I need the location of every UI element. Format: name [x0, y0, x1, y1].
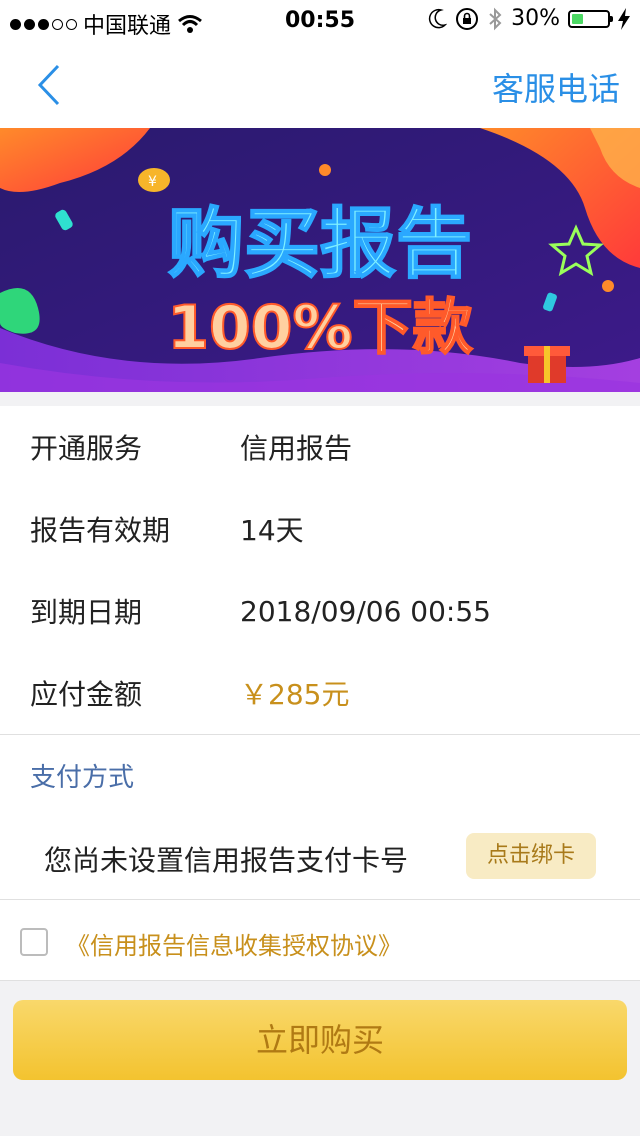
banner-graphic: ¥ 购买报告 100%下款	[0, 128, 640, 392]
agreement-checkbox[interactable]	[20, 928, 48, 956]
info-label: 报告有效期	[30, 514, 171, 547]
info-row-amount: 应付金额 ￥285元	[0, 652, 640, 734]
svg-text:¥: ¥	[148, 174, 157, 190]
customer-service-phone-link[interactable]: 客服电话	[492, 64, 620, 110]
authorization-agreement-link[interactable]: 《信用报告信息收集授权协议》	[66, 926, 402, 961]
payment-card-message: 您尚未设置信用报告支付卡号	[44, 844, 409, 877]
back-button[interactable]	[28, 60, 78, 110]
amount-due-value: ￥285元	[240, 678, 350, 711]
payment-method-title: 支付方式	[30, 763, 135, 793]
info-value: 2018/09/06 00:55	[240, 594, 491, 628]
promo-banner: ¥ 购买报告 100%下款	[0, 128, 640, 392]
battery-fill	[572, 13, 584, 24]
battery-percent: 30%	[511, 6, 560, 31]
info-row-service: 开通服务 信用报告	[0, 406, 640, 488]
info-label: 开通服务	[30, 432, 143, 465]
nav-bar: 客服电话	[0, 40, 640, 128]
chevron-left-icon	[37, 64, 60, 106]
banner-title: 购买报告	[168, 199, 472, 288]
info-row-expiry: 到期日期 2018/09/06 00:55	[0, 570, 640, 652]
moon-icon	[428, 8, 448, 28]
battery-icon	[568, 9, 613, 28]
status-bar: 中国联通 00:55 30%	[0, 0, 640, 40]
info-row-validity: 报告有效期 14天	[0, 488, 640, 570]
charging-bolt-icon	[618, 7, 630, 30]
orientation-lock-icon	[456, 7, 479, 30]
banner-subtitle: 100%下款	[167, 293, 472, 363]
bluetooth-icon	[489, 7, 502, 30]
info-value: 信用报告	[240, 432, 353, 465]
status-right: 30%	[427, 6, 630, 31]
bind-card-button[interactable]: 点击绑卡	[466, 833, 596, 879]
payment-method-section: 支付方式 您尚未设置信用报告支付卡号 点击绑卡	[0, 734, 640, 899]
agreement-row: 《信用报告信息收集授权协议》	[0, 899, 640, 981]
info-value: 14天	[240, 514, 304, 547]
order-info-list: 开通服务 信用报告 报告有效期 14天 到期日期 2018/09/06 00:5…	[0, 406, 640, 734]
info-label: 到期日期	[30, 596, 143, 629]
buy-now-button[interactable]: 立即购买	[13, 1000, 627, 1080]
info-label: 应付金额	[30, 678, 143, 711]
